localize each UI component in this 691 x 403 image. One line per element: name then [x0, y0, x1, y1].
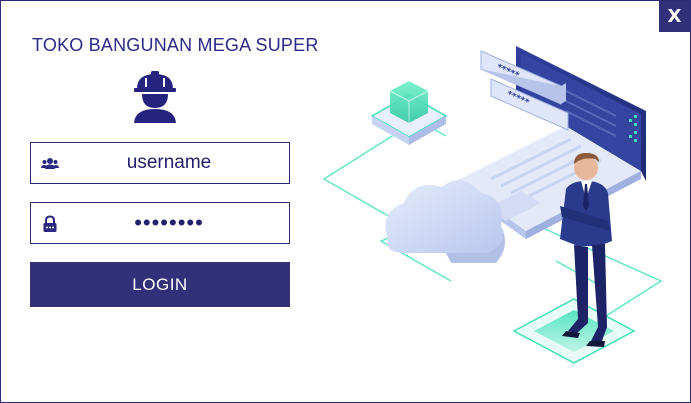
password-input[interactable] [31, 210, 289, 236]
data-cube [370, 81, 448, 145]
users-icon [41, 158, 59, 169]
security-illustration: ***** ***** [322, 46, 663, 364]
username-field[interactable] [30, 142, 290, 184]
close-button[interactable]: X [659, 1, 690, 32]
login-window: X TOKO BANGUNAN MEGA SUPER LOGIN [0, 0, 691, 403]
username-input[interactable] [31, 152, 289, 174]
worker-helmet-icon [134, 71, 176, 123]
close-icon[interactable]: X [668, 6, 682, 27]
lock-icon [43, 215, 57, 232]
password-field[interactable] [30, 202, 290, 244]
login-button[interactable]: LOGIN [30, 262, 290, 307]
app-title: TOKO BANGUNAN MEGA SUPER [32, 35, 319, 55]
